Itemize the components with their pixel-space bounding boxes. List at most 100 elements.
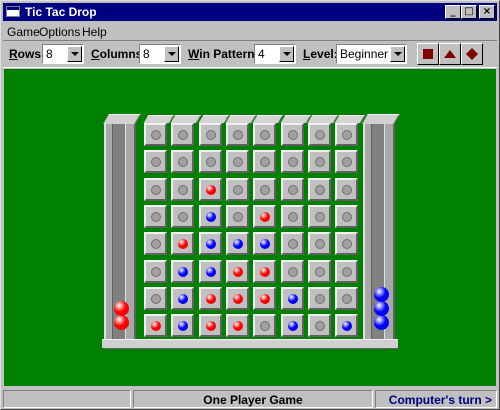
columns-select[interactable]: 8 — [139, 44, 181, 64]
board-cell[interactable] — [198, 314, 222, 338]
board-cell[interactable] — [225, 204, 249, 228]
rows-select[interactable]: 8 — [42, 44, 84, 64]
chevron-down-icon[interactable] — [279, 46, 294, 62]
board-cell[interactable] — [144, 286, 167, 310]
board-cell[interactable] — [307, 259, 331, 283]
empty-slot — [178, 157, 189, 168]
board-cell[interactable] — [144, 123, 167, 146]
board-cell[interactable] — [171, 150, 195, 174]
board-cell[interactable] — [171, 314, 195, 338]
board-cell[interactable] — [144, 314, 167, 338]
board-cell[interactable] — [198, 150, 222, 174]
board-cell[interactable] — [280, 259, 304, 283]
board-cell[interactable] — [225, 177, 249, 201]
chevron-down-icon[interactable] — [390, 46, 405, 62]
chevron-down-icon[interactable] — [67, 46, 82, 62]
empty-slot — [151, 266, 161, 277]
board-cell[interactable] — [144, 259, 167, 283]
board-cell[interactable] — [253, 123, 277, 146]
board-cell[interactable] — [198, 286, 222, 310]
board-cell[interactable] — [280, 150, 304, 174]
board-cell[interactable] — [307, 123, 331, 146]
board-cell[interactable] — [280, 232, 304, 256]
board-cell[interactable] — [198, 177, 222, 201]
board-cell[interactable] — [225, 314, 249, 338]
board-cell[interactable] — [280, 314, 304, 338]
board-cell[interactable] — [335, 314, 359, 338]
board-cell[interactable] — [225, 232, 249, 256]
board-cell[interactable] — [307, 150, 331, 174]
board-cell[interactable] — [144, 232, 167, 256]
close-button[interactable]: × — [479, 5, 495, 19]
column-cap[interactable] — [198, 115, 229, 123]
board-cell[interactable] — [335, 177, 359, 201]
board-cell[interactable] — [171, 259, 195, 283]
minimize-button[interactable]: _ — [445, 5, 461, 19]
level-select[interactable]: Beginner — [336, 44, 407, 64]
board-cell[interactable] — [171, 177, 195, 201]
board-cell[interactable] — [280, 123, 304, 146]
board-cell[interactable] — [280, 286, 304, 310]
board-cell[interactable] — [225, 150, 249, 174]
board-cell[interactable] — [144, 177, 167, 201]
column-cap[interactable] — [225, 115, 257, 123]
menu-help[interactable]: Help — [82, 25, 107, 39]
board-cell[interactable] — [335, 286, 359, 310]
board-cell[interactable] — [171, 232, 195, 256]
board-cell[interactable] — [171, 286, 195, 310]
board-cell[interactable] — [171, 123, 195, 146]
board-cell[interactable] — [198, 204, 222, 228]
column-cap[interactable] — [334, 115, 366, 123]
board-cell[interactable] — [253, 232, 277, 256]
board-cell[interactable] — [280, 204, 304, 228]
board-cell[interactable] — [253, 286, 277, 310]
board-cell[interactable] — [253, 204, 277, 228]
board-cell[interactable] — [144, 204, 167, 228]
board-cell[interactable] — [225, 286, 249, 310]
empty-slot — [151, 130, 161, 140]
board-cell[interactable] — [171, 204, 195, 228]
board-cell[interactable] — [307, 232, 331, 256]
board-cell[interactable] — [307, 177, 331, 201]
blue-piece — [178, 293, 189, 304]
board-cell[interactable] — [198, 123, 222, 146]
menu-game[interactable]: Game — [7, 25, 40, 39]
board-cell[interactable] — [253, 314, 277, 338]
win-pattern-select[interactable]: 4 — [254, 44, 296, 64]
board-cell[interactable] — [144, 150, 167, 174]
title-bar[interactable]: Tic Tac Drop _ □ × — [3, 3, 497, 21]
status-bar: One Player Game Computer's turn > — [3, 389, 497, 409]
board-cell[interactable] — [335, 123, 359, 146]
board-cell[interactable] — [307, 286, 331, 310]
board-cell[interactable] — [198, 232, 222, 256]
board-cell[interactable] — [335, 232, 359, 256]
board-cell[interactable] — [253, 177, 277, 201]
chevron-down-icon[interactable] — [164, 46, 179, 62]
eject-button[interactable] — [439, 43, 461, 65]
board-cell[interactable] — [253, 150, 277, 174]
board-cell[interactable] — [280, 177, 304, 201]
menu-options[interactable]: Options — [39, 25, 80, 39]
empty-slot — [178, 130, 189, 140]
column-cap[interactable] — [252, 115, 284, 123]
empty-slot — [314, 293, 325, 304]
column-cap[interactable] — [280, 115, 311, 123]
board-cell[interactable] — [335, 259, 359, 283]
board-cell[interactable] — [307, 204, 331, 228]
column-cap[interactable] — [143, 115, 175, 123]
column-cap[interactable] — [170, 115, 202, 123]
board-cell[interactable] — [307, 314, 331, 338]
options-diamond-button[interactable] — [461, 43, 483, 65]
empty-slot — [342, 239, 353, 250]
board-cell[interactable] — [225, 259, 249, 283]
column-cap[interactable] — [307, 115, 339, 123]
stop-button[interactable] — [417, 43, 439, 65]
red-piece — [114, 315, 129, 330]
board-cell[interactable] — [335, 150, 359, 174]
maximize-button[interactable]: □ — [461, 5, 477, 19]
app-window-icon[interactable] — [6, 6, 20, 17]
board-cell[interactable] — [253, 259, 277, 283]
board-cell[interactable] — [198, 259, 222, 283]
board-cell[interactable] — [335, 204, 359, 228]
board-cell[interactable] — [225, 123, 249, 146]
